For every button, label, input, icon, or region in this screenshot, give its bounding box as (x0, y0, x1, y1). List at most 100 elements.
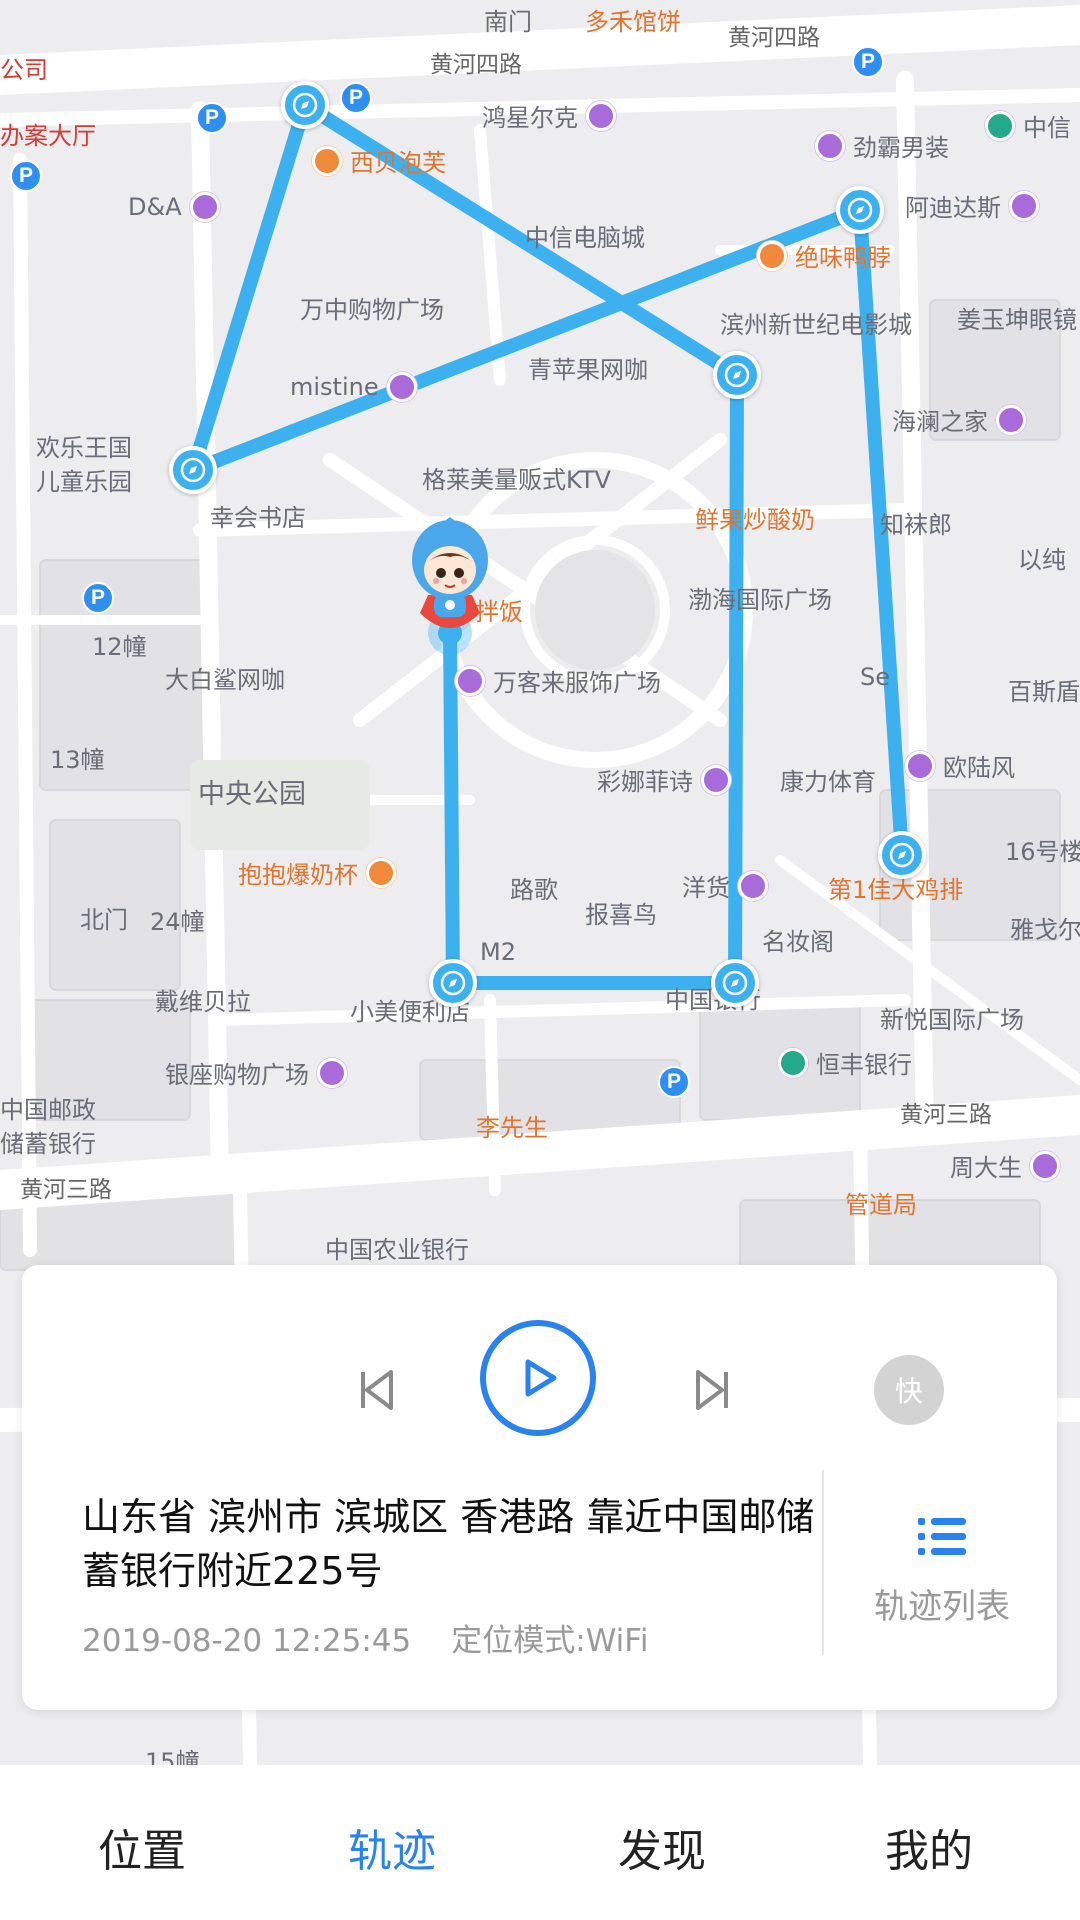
parking-icon: P (658, 1066, 690, 1098)
poi-label: 儿童乐园 (36, 468, 132, 496)
track-point-compass-icon[interactable] (281, 81, 329, 129)
food-icon (366, 857, 396, 888)
track-list-button[interactable]: 轨迹列表 (827, 1515, 1057, 1645)
poi-label: D&A (128, 192, 220, 222)
poi-label: 储蓄银行 (0, 1130, 96, 1158)
poi-label: 路歌 (510, 876, 558, 904)
previous-button[interactable] (342, 1355, 412, 1425)
speed-button[interactable]: 快 (874, 1355, 944, 1425)
poi-label: 知袜郎 (880, 511, 952, 539)
tab-location[interactable]: 位置 (98, 1815, 186, 1879)
poi-label: 多禾馆饼 (585, 8, 681, 36)
bank-icon (778, 1047, 808, 1078)
shop-icon (317, 1057, 347, 1088)
skip-previous-icon (361, 1370, 393, 1410)
poi-label: mistine (290, 372, 417, 402)
shop-icon (738, 870, 768, 901)
poi-label: 周大生 (950, 1148, 1060, 1183)
poi-label: 幸会书店 (210, 504, 306, 532)
shop-icon (586, 100, 616, 131)
poi-label: 鸿星尔克 (482, 98, 616, 133)
poi-label: 13幢 (50, 746, 105, 774)
poi-label: 欧陆风 (905, 748, 1015, 783)
poi-label: 绝味鸭脖 (757, 238, 891, 273)
avatar-icon (412, 517, 488, 655)
poi-label: 万中购物广场 (300, 296, 444, 324)
play-icon (525, 1359, 557, 1397)
track-point-compass-icon[interactable] (711, 959, 759, 1007)
location-meta: 2019-08-20 12:25:45 定位模式:WiFi (82, 1615, 648, 1660)
poi-label: 欢乐王国 (36, 434, 132, 462)
avatar-location-marker[interactable] (400, 515, 500, 655)
poi-label: 中信 (985, 108, 1071, 143)
location-mode: 定位模式:WiFi (451, 1623, 649, 1659)
poi-label: 彩娜菲诗 (597, 762, 731, 797)
poi-label: 抱抱爆奶杯 (238, 855, 396, 890)
track-point-compass-icon[interactable] (836, 186, 884, 234)
poi-label: 康力体育 (780, 768, 876, 796)
poi-label: 中国农业银行 (325, 1236, 469, 1264)
track-point-compass-icon[interactable] (169, 446, 217, 494)
poi-label: 格莱美量贩式KTV (422, 466, 611, 494)
track-point-compass-icon[interactable] (713, 351, 761, 399)
track-list-label: 轨迹列表 (874, 1587, 1010, 1627)
shop-icon (996, 404, 1026, 435)
parking-icon: P (340, 82, 372, 114)
poi-label: 青苹果网咖 (528, 356, 648, 384)
track-point-compass-icon[interactable] (878, 831, 926, 879)
poi-label: 办案大厅 (0, 122, 96, 150)
poi-label: 百斯盾 (1008, 678, 1080, 706)
poi-label: 报喜鸟 (585, 901, 657, 929)
poi-label: 中国邮政 (0, 1096, 96, 1124)
track-point-compass-icon[interactable] (429, 959, 477, 1007)
poi-label: 名妆阁 (762, 928, 834, 956)
poi-label: 16号楼 (1005, 838, 1080, 866)
poi-label: 管道局 (845, 1191, 917, 1219)
food-icon (312, 145, 342, 176)
bank-icon (985, 110, 1015, 141)
poi-label: 洋货 (682, 868, 768, 903)
shop-icon (905, 750, 935, 781)
poi-label: Se (860, 663, 890, 691)
poi-label: 公司 (0, 56, 48, 84)
poi-label: M2 (480, 938, 516, 966)
parking-icon: P (10, 160, 42, 192)
bottom-tab-bar: 位置 轨迹 发现 我的 (0, 1765, 1080, 1920)
road-label: 黄河四路 (728, 25, 820, 51)
poi-label: 恒丰银行 (778, 1045, 912, 1080)
shop-icon (1030, 1150, 1060, 1181)
tab-discover[interactable]: 发现 (618, 1815, 706, 1879)
tab-track[interactable]: 轨迹 (348, 1815, 436, 1879)
divider (822, 1470, 824, 1655)
shop-icon (815, 130, 845, 161)
poi-label: 阿迪达斯 (905, 188, 1039, 223)
poi-label: 新悦国际广场 (880, 1006, 1024, 1034)
poi-label: 南门 (484, 8, 532, 36)
poi-label: 劲霸男装 (815, 128, 949, 163)
next-button[interactable] (677, 1355, 747, 1425)
list-icon (918, 1518, 966, 1555)
timestamp: 2019-08-20 12:25:45 (82, 1623, 412, 1659)
poi-label: 中信电脑城 (525, 224, 645, 252)
poi-label: 万客来服饰广场 (455, 663, 661, 698)
parking-icon: P (82, 582, 114, 614)
poi-label: 15幢 (145, 1748, 200, 1765)
poi-label: 12幢 (92, 633, 147, 661)
track-playback-panel: 快 山东省 滨州市 滨城区 香港路 靠近中国邮储蓄银行附近225号 2019-0… (22, 1265, 1057, 1710)
skip-next-icon (696, 1370, 728, 1410)
poi-label: 滨州新世纪电影城 (720, 311, 912, 339)
road-label: 黄河四路 (430, 52, 522, 78)
shop-icon (701, 764, 731, 795)
tab-mine[interactable]: 我的 (885, 1815, 973, 1879)
shop-icon (386, 372, 417, 402)
parking-icon: P (196, 102, 228, 134)
poi-label: 西贝泡芙 (312, 143, 446, 178)
play-button[interactable] (480, 1320, 596, 1436)
poi-label: 北门 (80, 906, 128, 934)
parking-icon: P (852, 46, 884, 78)
road-label: 黄河三路 (900, 1102, 992, 1128)
poi-label: 鲜果炒酸奶 (695, 506, 815, 534)
poi-label: 李先生 (476, 1114, 548, 1142)
shop-icon (455, 665, 485, 696)
current-address: 山东省 滨州市 滨城区 香港路 靠近中国邮储蓄银行附近225号 (82, 1495, 815, 1593)
